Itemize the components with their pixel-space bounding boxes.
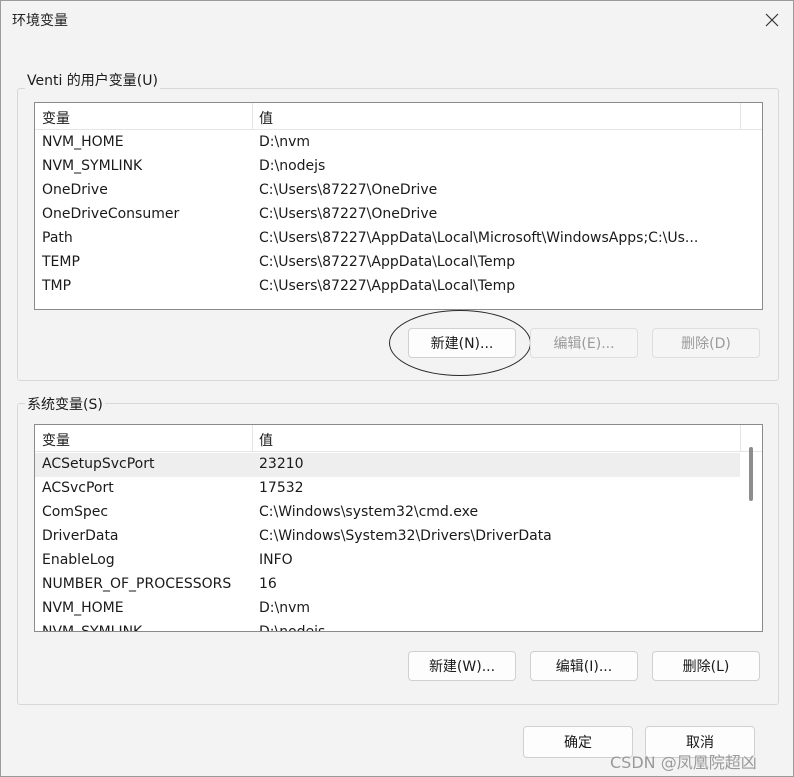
variable-name-cell: NVM_HOME [42, 134, 124, 150]
system-new-button[interactable]: 新建(W)... [408, 651, 516, 681]
variable-value-cell: 16 [259, 576, 277, 592]
environment-variables-dialog: 环境变量 Venti 的用户变量(U) 变量 值 NVM_HOME D:\nvm N… [0, 0, 794, 777]
variable-name-cell: DriverData [42, 528, 119, 544]
table-row[interactable]: Path C:\Users\87227\AppData\Local\Microso… [35, 227, 740, 251]
variable-name-cell: ComSpec [42, 504, 109, 520]
table-row[interactable]: TEMP C:\Users\87227\AppData\Local\Temp [35, 251, 740, 275]
user-variables-label: Venti 的用户变量(U) [25, 70, 160, 90]
variable-name-cell: Path [42, 230, 73, 246]
column-header-value[interactable]: 值 [259, 108, 273, 128]
variable-name-cell: NVM_SYMLINK [42, 158, 143, 174]
system-delete-button[interactable]: 删除(L) [652, 651, 760, 681]
variable-name-cell: EnableLog [42, 552, 115, 568]
table-row[interactable]: NVM_HOME D:\nvm [35, 597, 740, 621]
variable-name-cell: TMP [42, 278, 72, 294]
variable-value-cell: C:\Users\87227\OneDrive [259, 182, 438, 198]
variable-value-cell: 23210 [259, 456, 304, 472]
variable-name-cell: NUMBER_OF_PROCESSORS [42, 576, 232, 592]
variable-name-cell: NVM_HOME [42, 600, 124, 616]
table-row[interactable]: TMP C:\Users\87227\AppData\Local\Temp [35, 275, 740, 299]
user-variables-list[interactable]: 变量 值 NVM_HOME D:\nvm NVM_SYMLINK D:\nodejs O… [34, 102, 763, 310]
variable-value-cell: C:\Users\87227\AppData\Local\Microsoft\W… [259, 230, 699, 246]
variable-name-cell: TEMP [42, 254, 80, 270]
variable-value-cell: C:\Users\87227\AppData\Local\Temp [259, 254, 516, 270]
table-row[interactable]: NVM_SYMLINK D:\nodejs [35, 621, 740, 632]
variable-name-cell: ACSetupSvcPort [42, 456, 155, 472]
variable-value-cell: D:\nodejs [259, 624, 326, 632]
system-edit-button[interactable]: 编辑(I)... [530, 651, 638, 681]
dialog-title: 环境变量 [12, 13, 68, 29]
variable-value-cell: C:\Users\87227\OneDrive [259, 206, 438, 222]
table-row[interactable]: NVM_HOME D:\nvm [35, 131, 740, 155]
variable-value-cell: D:\nvm [259, 600, 311, 616]
table-row[interactable]: OneDriveConsumer C:\Users\87227\OneDrive [35, 203, 740, 227]
variable-value-cell: INFO [259, 552, 293, 568]
variable-value-cell: 17532 [259, 480, 304, 496]
system-variables-list[interactable]: 变量 值 ACSetupSvcPort 23210 ACSvcPort 17532 Co… [34, 424, 763, 632]
variable-value-cell: C:\Windows\System32\Drivers\DriverData [259, 528, 552, 544]
column-header-variable[interactable]: 变量 [42, 108, 70, 128]
variable-value-cell: D:\nodejs [259, 158, 326, 174]
user-edit-button[interactable]: 编辑(E)... [530, 328, 638, 358]
variable-name-cell: OneDrive [42, 182, 108, 198]
variable-value-cell: C:\Windows\system32\cmd.exe [259, 504, 479, 520]
variable-name-cell: ACSvcPort [42, 480, 114, 496]
user-new-button[interactable]: 新建(N)... [408, 328, 516, 358]
close-button[interactable] [753, 5, 791, 35]
table-row[interactable]: ACSvcPort 17532 [35, 477, 740, 501]
system-list-scrollbar[interactable] [749, 447, 753, 501]
table-row[interactable]: ComSpec C:\Windows\system32\cmd.exe [35, 501, 740, 525]
table-row[interactable]: ACSetupSvcPort 23210 [35, 453, 740, 477]
table-row[interactable]: DriverData C:\Windows\System32\Drivers\Dr… [35, 525, 740, 549]
system-list-header: 变量 值 [35, 425, 762, 452]
table-row[interactable]: NUMBER_OF_PROCESSORS 16 [35, 573, 740, 597]
user-delete-button[interactable]: 删除(D) [652, 328, 760, 358]
variable-name-cell: NVM_SYMLINK [42, 624, 143, 632]
system-variables-label: 系统变量(S) [25, 394, 105, 414]
column-header-variable[interactable]: 变量 [42, 430, 70, 450]
close-icon [765, 13, 779, 27]
variable-value-cell: C:\Users\87227\AppData\Local\Temp [259, 278, 516, 294]
variable-name-cell: OneDriveConsumer [42, 206, 180, 222]
watermark: CSDN @凤凰院超凶 [610, 753, 757, 772]
table-row[interactable]: EnableLog INFO [35, 549, 740, 573]
table-row[interactable]: OneDrive C:\Users\87227\OneDrive [35, 179, 740, 203]
user-list-header: 变量 值 [35, 103, 762, 130]
table-row[interactable]: NVM_SYMLINK D:\nodejs [35, 155, 740, 179]
variable-value-cell: D:\nvm [259, 134, 311, 150]
column-header-value[interactable]: 值 [259, 430, 273, 450]
